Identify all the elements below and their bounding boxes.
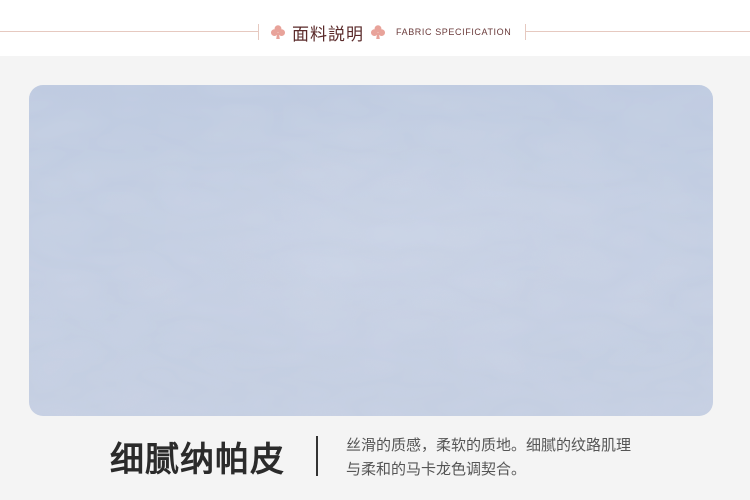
description-line: 丝滑的质感，柔软的质地。细腻的纹路肌理: [346, 436, 632, 454]
description-line: 与柔和的马卡龙色调契合。: [346, 460, 527, 478]
header-divider-left: [0, 31, 258, 32]
fabric-description: 丝滑的质感，柔软的质地。细腻的纹路肌理 与柔和的马卡龙色调契合。: [346, 433, 686, 481]
fabric-name: 细腻纳帕皮: [110, 440, 285, 480]
fabric-caption: 细腻纳帕皮 丝滑的质感，柔软的质地。细腻的纹路肌理 与柔和的马卡龙色调契合。: [0, 428, 750, 488]
header-divider-right-tick: [525, 24, 526, 40]
section-title: 面料説明: [292, 24, 364, 45]
fabric-swatch-image: [29, 85, 713, 416]
header-divider-right: [526, 31, 750, 32]
section-subtitle: FABRIC SPECIFICATION: [396, 27, 512, 37]
caption-divider: [316, 436, 318, 476]
club-icon: [270, 24, 286, 40]
header-divider-left-tick: [258, 24, 259, 40]
club-icon: [370, 24, 386, 40]
section-header: 面料説明 FABRIC SPECIFICATION: [270, 19, 511, 45]
